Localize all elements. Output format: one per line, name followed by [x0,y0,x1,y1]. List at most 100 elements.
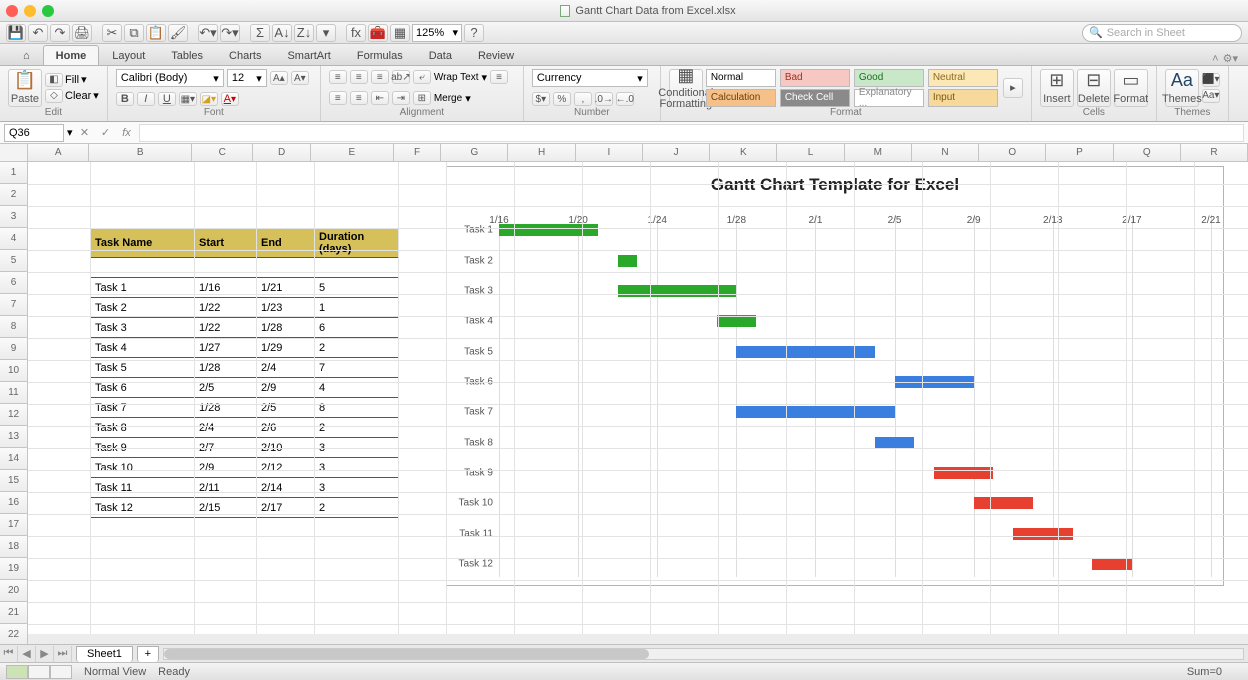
fx-icon[interactable]: fx [118,124,136,142]
table-row[interactable]: Task 82/42/62 [91,418,399,438]
row-header-5[interactable]: 5 [0,250,28,272]
gantt-bar[interactable] [974,497,1033,509]
filter-icon[interactable]: ▾ [316,24,336,42]
autosum-icon[interactable]: Σ [250,24,270,42]
conditional-formatting-button[interactable]: ▦Conditional Formatting [669,69,703,107]
zoom-combo[interactable]: 125%▾ [412,24,462,42]
page-break-view-button[interactable] [50,665,72,679]
gantt-bar[interactable] [1013,528,1072,540]
cut-icon[interactable]: ✂ [102,24,122,42]
sheet-tab-sheet1[interactable]: Sheet1 [76,646,133,662]
select-all-corner[interactable] [0,144,28,162]
border-icon[interactable]: ▦▾ [179,92,197,106]
toolbox-icon[interactable]: 🧰 [368,24,388,42]
add-sheet-button[interactable]: + [137,646,159,662]
increase-indent-icon[interactable]: ⇥ [392,91,410,105]
ribbon-options-icon[interactable]: ⚙▾ [1223,52,1238,65]
undo-split-icon[interactable]: ↶▾ [198,24,218,42]
table-row[interactable]: Task 31/221/286 [91,318,399,338]
row-header-8[interactable]: 8 [0,316,28,338]
table-row[interactable]: Task 62/52/94 [91,378,399,398]
redo-icon[interactable]: ↷ [50,24,70,42]
column-header-I[interactable]: I [576,144,643,162]
accept-formula-icon[interactable]: ✓ [97,124,115,142]
cell-style-input[interactable]: Input [928,89,998,107]
print-icon[interactable]: 🖨 [72,24,92,42]
column-header-B[interactable]: B [89,144,192,162]
sheet-nav-first-icon[interactable]: ⏮ [0,646,18,662]
column-header-K[interactable]: K [710,144,777,162]
row-header-18[interactable]: 18 [0,536,28,558]
wrap-text-icon[interactable]: ⤶ [413,70,431,84]
column-header-L[interactable]: L [777,144,844,162]
row-header-2[interactable]: 2 [0,184,28,206]
undo-icon[interactable]: ↶ [28,24,48,42]
sheet-nav-next-icon[interactable]: ▶ [36,646,54,662]
row-header-1[interactable]: 1 [0,162,28,184]
tab-menu-icon[interactable]: ⌂ [10,45,43,65]
table-row[interactable]: Task 102/92/123 [91,458,399,478]
row-header-20[interactable]: 20 [0,580,28,602]
decrease-indent-icon[interactable]: ⇤ [371,91,389,105]
gantt-chart[interactable]: Gantt Chart Template for Excel 1/161/201… [446,166,1224,586]
column-header-O[interactable]: O [979,144,1046,162]
font-size-combo[interactable]: 12▾ [227,69,267,87]
table-row[interactable]: Task 71/282/58 [91,398,399,418]
column-header-A[interactable]: A [28,144,89,162]
page-layout-view-button[interactable] [28,665,50,679]
column-header-R[interactable]: R [1181,144,1248,162]
theme-fonts-icon[interactable]: Aa▾ [1202,89,1220,103]
help-icon[interactable]: ? [464,24,484,42]
search-in-sheet[interactable]: 🔍 Search in Sheet [1082,24,1242,42]
sheet-nav-prev-icon[interactable]: ◀ [18,646,36,662]
copy-icon[interactable]: ⧉ [124,24,144,42]
redo-split-icon[interactable]: ↷▾ [220,24,240,42]
gantt-bar[interactable] [618,255,638,267]
column-header-D[interactable]: D [253,144,310,162]
align-top-icon[interactable]: ≡ [329,70,347,84]
style-gallery-more-icon[interactable]: ▸ [1003,78,1023,98]
font-color-icon[interactable]: A▾ [221,92,239,106]
number-format-combo[interactable]: Currency▾ [532,69,648,87]
increase-font-icon[interactable]: A▴ [270,71,288,85]
currency-icon[interactable]: $▾ [532,92,550,106]
column-header-M[interactable]: M [845,144,912,162]
tab-smartart[interactable]: SmartArt [274,45,343,65]
cell-style-calculation[interactable]: Calculation [706,89,776,107]
row-header-16[interactable]: 16 [0,492,28,514]
column-header-N[interactable]: N [912,144,979,162]
minimize-window-button[interactable] [24,5,36,17]
paste-button[interactable]: 📋Paste [8,69,42,107]
theme-colors-icon[interactable]: ⬛▾ [1202,73,1220,87]
sheet-nav-last-icon[interactable]: ⏭ [54,646,72,662]
formula-input[interactable] [139,124,1244,142]
row-header-22[interactable]: 22 [0,624,28,646]
clear-icon[interactable]: ◇ [45,89,63,103]
column-header-F[interactable]: F [394,144,441,162]
cell-style-normal[interactable]: Normal [706,69,776,87]
fill-icon[interactable]: ◧ [45,73,63,87]
column-header-G[interactable]: G [441,144,508,162]
row-header-3[interactable]: 3 [0,206,28,228]
increase-decimal-icon[interactable]: .0→ [595,92,613,106]
comma-icon[interactable]: , [574,92,592,106]
align-middle-icon[interactable]: ≡ [350,70,368,84]
column-header-J[interactable]: J [643,144,710,162]
column-header-C[interactable]: C [192,144,253,162]
table-header[interactable]: Start [195,229,257,258]
gallery-icon[interactable]: ▦ [390,24,410,42]
format-painter-icon[interactable]: 🖌 [168,24,188,42]
table-header[interactable]: Duration (days) [315,229,399,258]
percent-icon[interactable]: % [553,92,571,106]
decrease-font-icon[interactable]: A▾ [291,71,309,85]
sort-desc-icon[interactable]: Z↓ [294,24,314,42]
close-window-button[interactable] [6,5,18,17]
row-header-7[interactable]: 7 [0,294,28,316]
ribbon-collapse-icon[interactable]: ˄ [1212,53,1218,65]
row-header-19[interactable]: 19 [0,558,28,580]
themes-button[interactable]: AaThemes [1165,69,1199,107]
normal-view-button[interactable] [6,665,28,679]
spreadsheet-grid[interactable]: ABCDEFGHIJKLMNOPQR 123456789101112131415… [0,144,1248,634]
orientation-icon[interactable]: ab↗ [392,70,410,84]
row-header-10[interactable]: 10 [0,360,28,382]
